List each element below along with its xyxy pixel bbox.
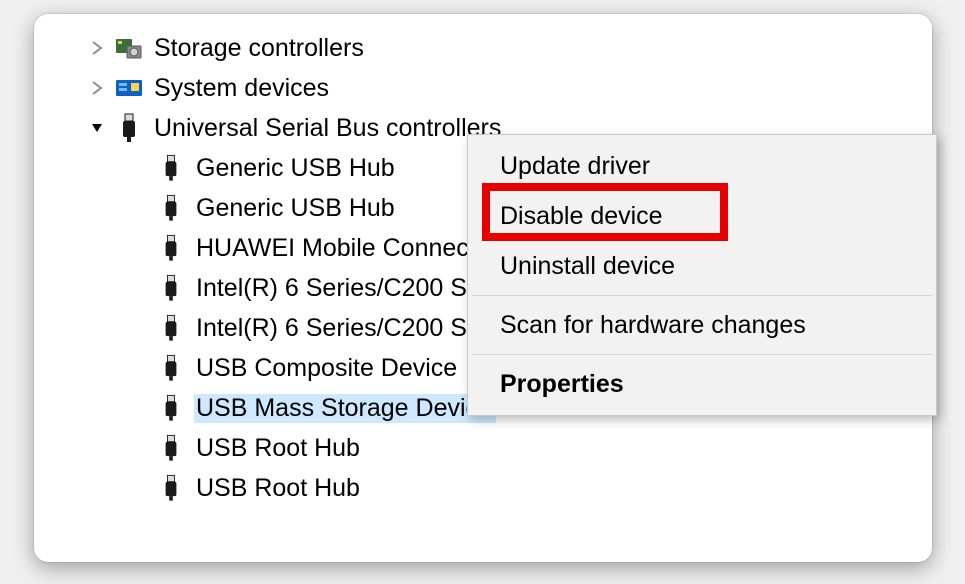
usb-device-icon — [156, 273, 186, 303]
tree-item-label: System devices — [152, 74, 333, 103]
tree-item-label: Storage controllers — [152, 34, 368, 63]
usb-device-icon — [156, 353, 186, 383]
tree-item-storage-controllers[interactable]: Storage controllers — [34, 28, 932, 68]
chevron-right-icon[interactable] — [86, 41, 108, 55]
tree-item-label: Intel(R) 6 Series/C200 Ser — [194, 274, 493, 303]
context-menu: Update driver Disable device Uninstall d… — [467, 134, 937, 416]
usb-device-icon — [156, 393, 186, 423]
tree-item-label: Universal Serial Bus controllers — [152, 114, 505, 143]
menu-separator — [472, 354, 932, 355]
chevron-down-icon[interactable] — [86, 122, 108, 134]
tree-item-label: Intel(R) 6 Series/C200 Ser — [194, 314, 493, 343]
menu-item-update-driver[interactable]: Update driver — [470, 141, 934, 191]
tree-item-usb-root-hub[interactable]: USB Root Hub — [34, 428, 932, 468]
storage-controllers-icon — [114, 33, 144, 63]
menu-item-properties[interactable]: Properties — [470, 359, 934, 409]
menu-item-label: Scan for hardware changes — [500, 311, 806, 339]
menu-item-uninstall-device[interactable]: Uninstall device — [470, 241, 934, 291]
tree-item-label: Generic USB Hub — [194, 154, 399, 183]
tree-item-system-devices[interactable]: System devices — [34, 68, 932, 108]
tree-item-label: USB Composite Device — [194, 354, 461, 383]
usb-category-icon — [114, 113, 144, 143]
menu-item-scan-hardware[interactable]: Scan for hardware changes — [470, 300, 934, 350]
menu-separator — [472, 295, 932, 296]
tree-item-label: Generic USB Hub — [194, 194, 399, 223]
menu-item-label: Properties — [500, 370, 624, 398]
tree-item-label: HUAWEI Mobile Connect — [194, 234, 480, 263]
usb-device-icon — [156, 193, 186, 223]
device-manager-panel: Storage controllers System devices — [34, 14, 932, 562]
tree-item-usb-root-hub[interactable]: USB Root Hub — [34, 468, 932, 508]
menu-item-label: Update driver — [500, 152, 650, 180]
menu-item-disable-device[interactable]: Disable device — [470, 191, 934, 241]
usb-device-icon — [156, 153, 186, 183]
menu-item-label: Uninstall device — [500, 252, 675, 280]
chevron-right-icon[interactable] — [86, 81, 108, 95]
tree-item-label: USB Root Hub — [194, 434, 364, 463]
usb-device-icon — [156, 313, 186, 343]
system-devices-icon — [114, 73, 144, 103]
tree-item-label: USB Root Hub — [194, 474, 364, 503]
usb-device-icon — [156, 473, 186, 503]
menu-item-label: Disable device — [500, 202, 663, 230]
tree-item-label: USB Mass Storage Device — [194, 394, 496, 423]
usb-device-icon — [156, 433, 186, 463]
usb-device-icon — [156, 233, 186, 263]
